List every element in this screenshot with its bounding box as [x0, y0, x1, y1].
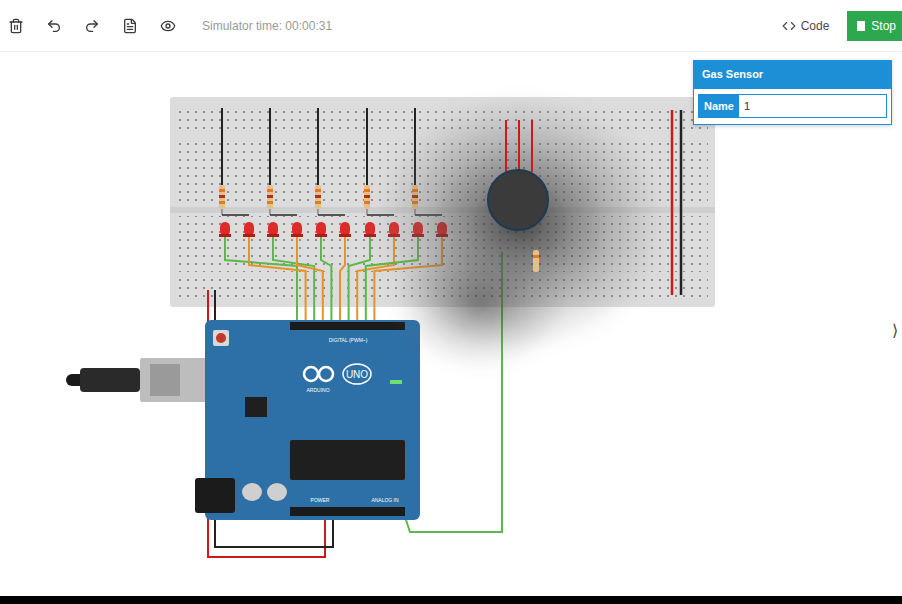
led[interactable] — [291, 222, 303, 237]
smoke-cloud — [370, 92, 670, 372]
resistor[interactable] — [315, 108, 345, 215]
simulator-time: Simulator time: 00:00:31 — [202, 19, 332, 33]
bottom-bar — [0, 596, 902, 604]
code-button[interactable]: Code — [774, 12, 838, 40]
resistor[interactable] — [219, 108, 249, 215]
canvas[interactable]: UNO ARDUINO DIGITAL (PWM~) POWER ANALOG IN Ga… — [0, 52, 902, 596]
board-logo: UNO — [346, 369, 368, 380]
gas-sensor[interactable] — [488, 120, 548, 272]
analog-label: ANALOG IN — [371, 497, 399, 503]
inspector-field: Name1 — [698, 94, 887, 118]
led[interactable] — [219, 222, 231, 237]
power-label: POWER — [311, 497, 330, 503]
ground-rail-wire[interactable] — [680, 110, 683, 295]
inspector-body: Name1 — [694, 89, 891, 124]
field-label: Name — [699, 95, 739, 117]
undo-icon — [46, 18, 62, 34]
stop-button[interactable]: Stop — [847, 11, 902, 41]
toolbar: Simulator time: 00:00:31 Code Stop — [0, 0, 902, 52]
resistor[interactable] — [267, 108, 297, 215]
led-wire[interactable] — [321, 236, 331, 322]
trash-icon — [8, 18, 24, 34]
led[interactable] — [267, 222, 279, 237]
led-wire[interactable] — [340, 236, 345, 322]
arduino-board[interactable]: UNO ARDUINO DIGITAL (PWM~) POWER ANALOG IN — [195, 320, 420, 520]
digital-label: DIGITAL (PWM~) — [329, 337, 368, 343]
code-icon — [782, 19, 796, 33]
eye-icon — [160, 18, 176, 34]
board-brand: ARDUINO — [306, 387, 329, 393]
led-wire[interactable] — [225, 236, 297, 322]
simulator-page: Simulator time: 00:00:31 Code Stop UNO ARDUI… — [0, 0, 902, 604]
redo-icon — [84, 18, 100, 34]
redo-button[interactable] — [80, 14, 104, 38]
inspector-panel: Gas Sensor Name1 — [693, 60, 892, 125]
undo-button[interactable] — [42, 14, 66, 38]
usb-cable[interactable] — [66, 358, 208, 402]
notes-icon — [122, 18, 138, 34]
led[interactable] — [339, 222, 351, 237]
visibility-button[interactable] — [156, 14, 180, 38]
led[interactable] — [243, 222, 255, 237]
power-rail-wire[interactable] — [671, 110, 674, 295]
led[interactable] — [315, 222, 327, 237]
circuit-canvas[interactable]: UNO ARDUINO DIGITAL (PWM~) POWER ANALOG IN — [0, 52, 902, 596]
field-input[interactable]: 1 — [739, 95, 886, 117]
led-wire[interactable] — [297, 236, 323, 322]
stop-icon — [857, 21, 865, 31]
led-wire[interactable] — [273, 236, 314, 322]
inspector-title: Gas Sensor — [694, 61, 891, 89]
arduino-logo-icon — [304, 367, 333, 381]
delete-button[interactable] — [4, 14, 28, 38]
toolbar-actions: Code Stop — [774, 11, 902, 41]
side-panel-toggle[interactable]: ⟩ — [888, 318, 902, 342]
notes-button[interactable] — [118, 14, 142, 38]
